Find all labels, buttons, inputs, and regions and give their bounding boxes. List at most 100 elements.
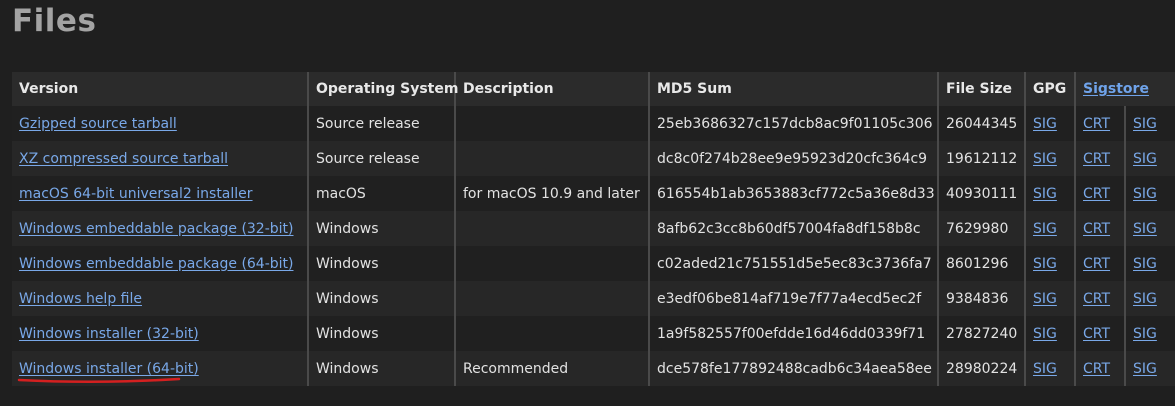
sigstore-crt-cell: CRT — [1075, 106, 1126, 141]
sigstore-crt-link[interactable]: CRT — [1083, 326, 1110, 342]
os-text: Windows — [316, 325, 379, 342]
sigstore-sig-link[interactable]: SIG — [1133, 326, 1157, 342]
gpg-sig-cell: SIG — [1025, 316, 1076, 351]
gpg-sig-link[interactable]: SIG — [1033, 326, 1057, 342]
description-cell-cell — [455, 106, 650, 141]
os-cell-cell: macOS — [308, 176, 456, 211]
table-header-row: Version Operating System Description MD5… — [12, 72, 1175, 106]
file-size-cell-cell: 8601296 — [938, 246, 1026, 281]
file-size-text: 8601296 — [946, 255, 1009, 272]
sigstore-crt-link[interactable]: CRT — [1083, 186, 1110, 202]
version-cell: Windows embeddable package (32-bit) — [12, 211, 309, 246]
version-link[interactable]: Windows help file — [19, 291, 142, 307]
gpg-sig-cell: SIG — [1025, 141, 1076, 176]
os-cell-cell: Windows — [308, 316, 456, 351]
sigstore-sig-link[interactable]: SIG — [1133, 116, 1157, 132]
description-cell-cell: Recommended — [455, 351, 650, 386]
description-cell-cell — [455, 211, 650, 246]
sigstore-crt-link[interactable]: CRT — [1083, 256, 1110, 272]
file-size-text: 27827240 — [946, 325, 1018, 342]
file-size-cell-cell: 19612112 — [938, 141, 1026, 176]
sigstore-sig-cell: SIG — [1125, 211, 1175, 246]
sigstore-crt-cell: CRT — [1075, 211, 1126, 246]
gpg-sig-link[interactable]: SIG — [1033, 186, 1057, 202]
files-table: Version Operating System Description MD5… — [12, 72, 1175, 386]
version-link[interactable]: Windows embeddable package (32-bit) — [19, 221, 294, 237]
gpg-sig-link[interactable]: SIG — [1033, 291, 1057, 307]
file-size-text: 19612112 — [946, 150, 1018, 167]
version-link[interactable]: Gzipped source tarball — [19, 116, 177, 132]
description-text: for macOS 10.9 and later — [463, 185, 640, 202]
version-link[interactable]: Windows embeddable package (64-bit) — [19, 256, 294, 272]
gpg-sig-link[interactable]: SIG — [1033, 361, 1057, 377]
description-cell-cell — [455, 141, 650, 176]
sigstore-crt-link[interactable]: CRT — [1083, 361, 1110, 377]
sigstore-sig-link[interactable]: SIG — [1133, 361, 1157, 377]
os-cell-cell: Windows — [308, 281, 456, 316]
sigstore-sig-link[interactable]: SIG — [1133, 186, 1157, 202]
table-row: Windows installer (32-bit) Windows 1a9f582… — [12, 316, 1175, 351]
gpg-sig-cell: SIG — [1025, 351, 1076, 386]
gpg-sig-cell: SIG — [1025, 281, 1076, 316]
version-cell: Windows installer (32-bit) — [12, 316, 309, 351]
sigstore-crt-link[interactable]: CRT — [1083, 221, 1110, 237]
gpg-sig-cell: SIG — [1025, 176, 1076, 211]
version-cell: Gzipped source tarball — [12, 106, 309, 141]
md5-text: dc8c0f274b28ee9e95923d20cfc364c9 — [657, 150, 928, 167]
sigstore-crt-cell: CRT — [1075, 351, 1126, 386]
version-link[interactable]: Windows installer (32-bit) — [19, 326, 199, 342]
sigstore-crt-link[interactable]: CRT — [1083, 291, 1110, 307]
os-cell-cell: Source release — [308, 141, 456, 176]
sigstore-crt-link[interactable]: CRT — [1083, 116, 1110, 132]
table-row: Windows embeddable package (32-bit) Windo… — [12, 211, 1175, 246]
header-version: Version — [12, 72, 309, 106]
sigstore-crt-cell: CRT — [1075, 246, 1126, 281]
os-text: Source release — [316, 150, 420, 167]
gpg-sig-link[interactable]: SIG — [1033, 221, 1057, 237]
sigstore-sig-link[interactable]: SIG — [1133, 221, 1157, 237]
os-cell-cell: Windows — [308, 351, 456, 386]
table-row: XZ compressed source tarball Source relea… — [12, 141, 1175, 176]
os-cell-cell: Windows — [308, 246, 456, 281]
md5-text: 616554b1ab3653883cf772c5a36e8d33 — [657, 185, 935, 202]
gpg-sig-link[interactable]: SIG — [1033, 151, 1057, 167]
description-cell-cell: for macOS 10.9 and later — [455, 176, 650, 211]
sigstore-sig-cell: SIG — [1125, 246, 1175, 281]
file-size-cell-cell: 27827240 — [938, 316, 1026, 351]
sigstore-sig-link[interactable]: SIG — [1133, 256, 1157, 272]
red-underline-annotation — [17, 377, 181, 384]
gpg-sig-link[interactable]: SIG — [1033, 256, 1057, 272]
description-cell-cell — [455, 246, 650, 281]
md5-cell-cell: 1a9f582557f00efdde16d46dd0339f71 — [649, 316, 939, 351]
gpg-sig-cell: SIG — [1025, 211, 1076, 246]
file-size-cell-cell: 40930111 — [938, 176, 1026, 211]
md5-text: 8afb62c3cc8b60df57004fa8df158b8c — [657, 220, 921, 237]
version-link[interactable]: Windows installer (64-bit) — [19, 361, 199, 377]
os-cell-cell: Source release — [308, 106, 456, 141]
header-file-size: File Size — [938, 72, 1026, 106]
os-cell-cell: Windows — [308, 211, 456, 246]
md5-cell-cell: 616554b1ab3653883cf772c5a36e8d33 — [649, 176, 939, 211]
sigstore-sig-link[interactable]: SIG — [1133, 151, 1157, 167]
file-size-text: 26044345 — [946, 115, 1018, 132]
table-row: Windows installer (64-bit) Windows Recomme… — [12, 351, 1175, 386]
os-text: Source release — [316, 115, 420, 132]
header-operating-system: Operating System — [308, 72, 458, 106]
os-text: Windows — [316, 290, 379, 307]
md5-cell-cell: 8afb62c3cc8b60df57004fa8df158b8c — [649, 211, 939, 246]
gpg-sig-link[interactable]: SIG — [1033, 116, 1057, 132]
version-link[interactable]: XZ compressed source tarball — [19, 151, 228, 167]
sigstore-link[interactable]: Sigstore — [1083, 81, 1149, 97]
description-cell-cell — [455, 281, 650, 316]
sigstore-sig-cell: SIG — [1125, 316, 1175, 351]
sigstore-sig-cell: SIG — [1125, 106, 1175, 141]
sigstore-sig-cell: SIG — [1125, 351, 1175, 386]
sigstore-crt-link[interactable]: CRT — [1083, 151, 1110, 167]
description-cell-cell — [455, 316, 650, 351]
table-row: Windows embeddable package (64-bit) Windo… — [12, 246, 1175, 281]
md5-cell-cell: c02aded21c751551d5e5ec83c3736fa7 — [649, 246, 939, 281]
md5-text: 1a9f582557f00efdde16d46dd0339f71 — [657, 325, 926, 342]
sigstore-sig-link[interactable]: SIG — [1133, 291, 1157, 307]
version-link[interactable]: macOS 64-bit universal2 installer — [19, 186, 253, 202]
os-text: Windows — [316, 220, 379, 237]
